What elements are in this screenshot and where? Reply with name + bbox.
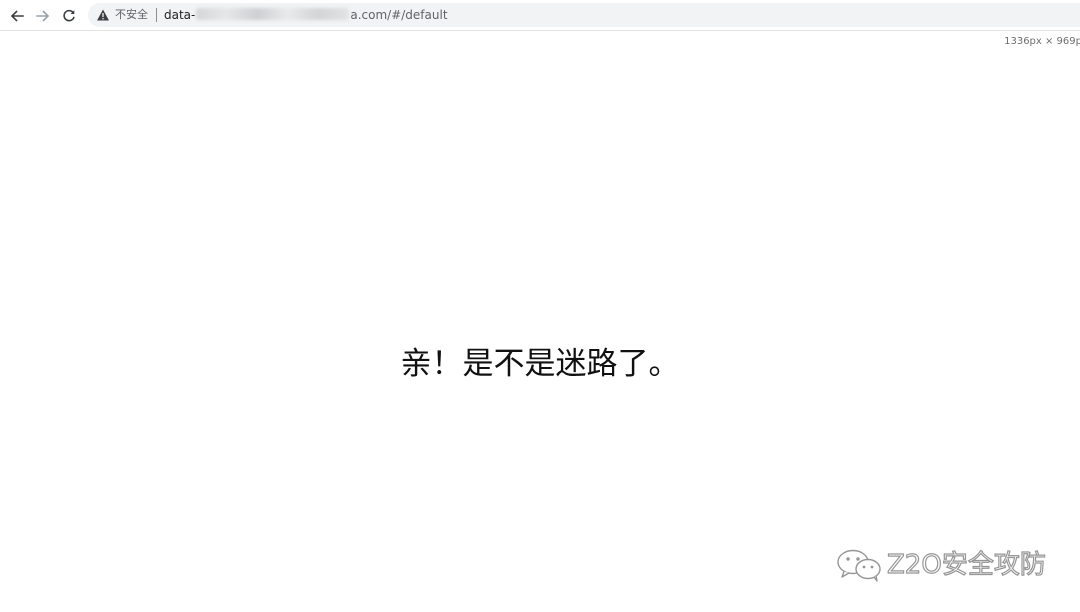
url-suffix: a.com/#/default <box>350 8 448 22</box>
forward-button[interactable] <box>31 4 55 28</box>
url-prefix: data- <box>164 8 196 22</box>
watermark-text: Z2O安全攻防 <box>886 549 1046 580</box>
omnibox-separator <box>156 8 157 22</box>
security-status-label[interactable]: 不安全 <box>115 8 148 22</box>
wechat-logo-icon <box>837 549 881 582</box>
reload-icon <box>63 9 75 22</box>
reload-button[interactable] <box>57 4 81 28</box>
warning-icon[interactable] <box>96 8 110 22</box>
page-message: 亲！是不是迷路了。 <box>400 346 680 382</box>
watermark: Z2O安全攻防 <box>833 545 1046 585</box>
arrow-left-icon <box>10 10 24 22</box>
viewport-dimensions-readout: 1336px × 969p <box>1004 36 1080 47</box>
address-bar[interactable]: 不安全 data-a.com/#/default <box>88 3 1080 27</box>
arrow-right-icon <box>36 10 50 22</box>
browser-toolbar: 不安全 data-a.com/#/default <box>0 0 1080 31</box>
url-text[interactable]: data-a.com/#/default <box>164 7 448 23</box>
url-redacted-segment <box>196 8 350 20</box>
back-button[interactable] <box>5 4 29 28</box>
